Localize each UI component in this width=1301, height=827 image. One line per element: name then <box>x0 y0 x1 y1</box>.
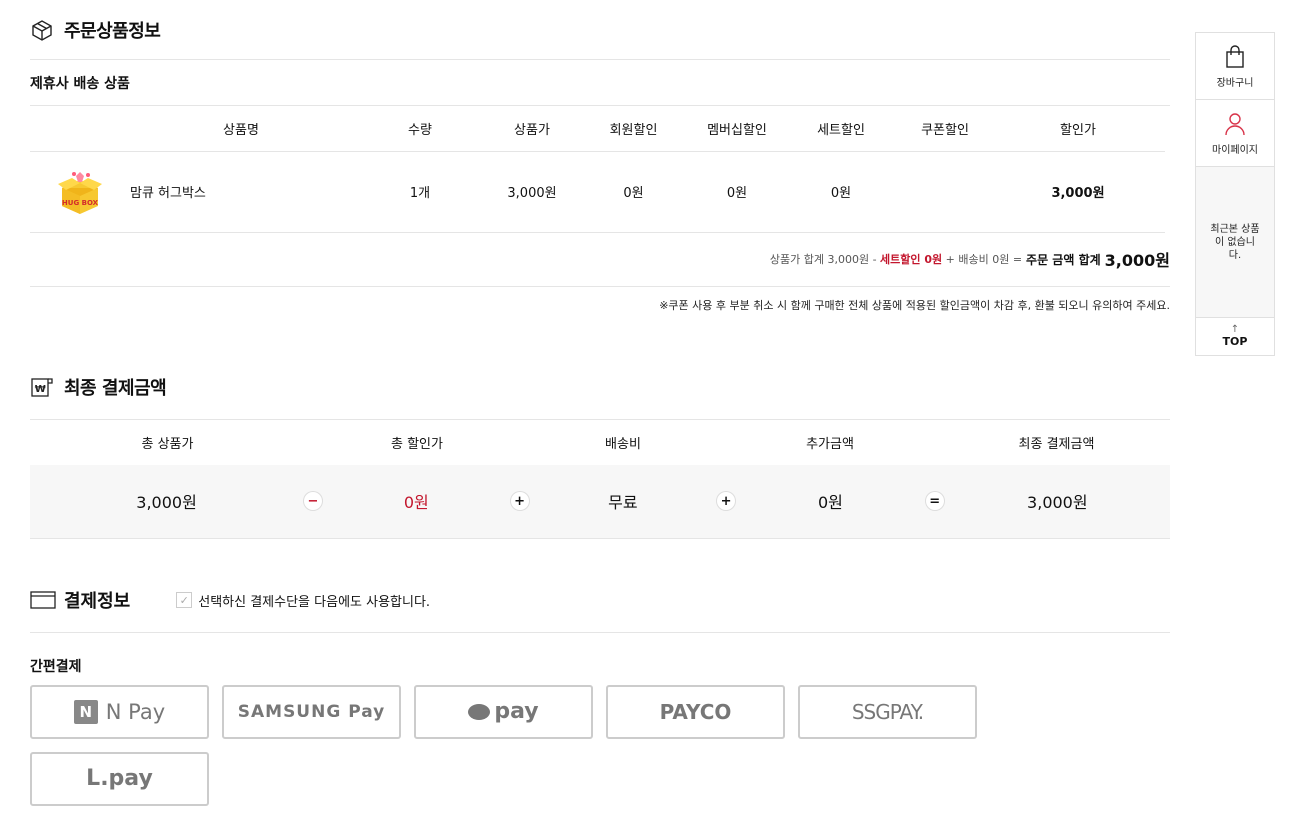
coupon-discount <box>899 151 991 233</box>
summary-total-value: 3,000원 <box>1104 251 1170 270</box>
equals-icon: = <box>924 491 945 511</box>
final-value-row: 3,000원 − 0원 + 무료 + 0원 = 3,000원 <box>30 464 1170 538</box>
final-amount: 3,000원 <box>1027 493 1088 512</box>
quick-cart-label: 장바구니 <box>1216 77 1254 89</box>
order-title-text: 주문상품정보 <box>64 20 161 42</box>
final-header-row: 총 상품가 총 할인가 배송비 추가금액 최종 결제금액 <box>30 420 1170 465</box>
product-name[interactable]: 맘큐 허그박스 <box>130 151 352 233</box>
final-amount-table: 총 상품가 총 할인가 배송비 추가금액 최종 결제금액 3,000원 − 0원… <box>30 418 1170 539</box>
scroll-top-button[interactable]: ↑ TOP <box>1196 318 1274 355</box>
col-set-discount: 세트할인 <box>783 106 899 152</box>
order-table-header: 상품명 수량 상품가 회원할인 멤버십할인 세트할인 쿠폰할인 할인가 <box>30 106 1165 152</box>
final-header-total-price: 총 상품가 <box>141 436 194 452</box>
final-header-final: 최종 결제금액 <box>1018 436 1095 452</box>
svg-text:HUG BOX: HUG BOX <box>62 199 99 207</box>
lpay-button[interactable]: L.pay <box>30 751 209 806</box>
box-icon <box>30 18 54 42</box>
checkmark-icon[interactable]: ✓ <box>176 592 193 608</box>
member-discount: 0원 <box>576 151 691 233</box>
final-shipping: 무료 <box>608 493 638 512</box>
final-header-total-discount: 총 할인가 <box>391 436 443 452</box>
col-price: 상품가 <box>488 106 576 152</box>
speech-bubble-icon <box>468 703 491 720</box>
summary-product-total: 상품가 합계 3,000원 - <box>769 253 877 266</box>
recent-products: 최근본 상품이 없습니다. <box>1196 167 1274 318</box>
membership-discount: 0원 <box>691 151 783 233</box>
col-qty: 수량 <box>352 106 488 152</box>
arrow-up-icon: ↑ <box>1230 324 1240 335</box>
order-summary: 상품가 합계 3,000원 - 세트할인 0원 + 배송비 0원 = 주문 금액… <box>30 233 1170 287</box>
naver-n-icon: N <box>73 699 98 724</box>
final-header-shipping: 배송비 <box>605 436 641 452</box>
payment-title-text: 결제정보 <box>64 591 131 612</box>
summary-set-discount: 세트할인 0원 <box>880 253 943 266</box>
won-receipt-icon: ₩ <box>30 375 54 399</box>
table-row: HUG BOX 맘큐 허그박스 1개 3,000원 0원 0원 0원 3,000… <box>30 151 1165 233</box>
plus-icon: + <box>716 491 737 511</box>
final-total-discount: 0원 <box>403 493 429 512</box>
col-member-discount: 회원할인 <box>576 106 691 152</box>
plus-icon: + <box>509 491 530 511</box>
sale-price: 3,000원 <box>991 151 1165 233</box>
final-title-text: 최종 결제금액 <box>64 377 167 399</box>
quick-mypage-label: 마이페이지 <box>1212 144 1258 156</box>
svg-text:₩: ₩ <box>35 384 46 395</box>
product-price: 3,000원 <box>488 151 576 233</box>
reuse-payment-label: 선택하신 결제수단을 다음에도 사용합니다. <box>198 594 431 610</box>
col-membership-discount: 멤버십할인 <box>691 106 783 152</box>
easy-pay-title: 간편결제 <box>30 658 82 675</box>
summary-shipping: + 배송비 0원 = <box>945 253 1023 266</box>
reuse-payment-checkbox[interactable]: ✓ 선택하신 결제수단을 다음에도 사용합니다. <box>176 591 430 610</box>
easy-pay-options: N N Pay SAMSUNG Pay pay PAYCO SSGPAY. L.… <box>30 684 990 806</box>
top-label: TOP <box>1222 335 1248 348</box>
quick-mypage[interactable]: 마이페이지 <box>1196 100 1274 167</box>
coupon-notice: ※쿠폰 사용 후 부분 취소 시 함께 구매한 전체 상품에 적용된 할인금액이… <box>659 298 1170 312</box>
product-qty: 1개 <box>352 151 488 233</box>
set-discount: 0원 <box>783 151 899 233</box>
group-title: 제휴사 배송 상품 <box>30 60 1170 106</box>
samsung-pay-button[interactable]: SAMSUNG Pay <box>222 684 401 739</box>
col-product-name: 상품명 <box>130 106 352 152</box>
card-icon <box>30 588 56 612</box>
user-icon <box>1224 111 1246 137</box>
col-sale-price: 할인가 <box>991 106 1165 152</box>
payco-button[interactable]: PAYCO <box>606 684 785 739</box>
shopping-bag-icon <box>1225 44 1245 70</box>
npay-button[interactable]: N N Pay <box>30 684 209 739</box>
order-main: 주문상품정보 제휴사 배송 상품 상품명 수량 상품가 회원할인 멤버십할인 세… <box>30 0 1170 806</box>
product-thumbnail[interactable]: HUG BOX <box>54 166 106 218</box>
ssgpay-button[interactable]: SSGPAY. <box>798 684 977 739</box>
kakao-pay-button[interactable]: pay <box>414 684 593 739</box>
quick-cart[interactable]: 장바구니 <box>1196 33 1274 100</box>
order-table: 상품명 수량 상품가 회원할인 멤버십할인 세트할인 쿠폰할인 할인가 HUG … <box>30 106 1165 233</box>
final-extra: 0원 <box>817 493 843 512</box>
order-section-title: 주문상품정보 <box>30 0 1170 60</box>
quick-menu: 장바구니 마이페이지 최근본 상품이 없습니다. ↑ TOP <box>1195 32 1275 356</box>
final-header-extra: 추가금액 <box>806 436 854 452</box>
col-coupon-discount: 쿠폰할인 <box>899 106 991 152</box>
summary-total-label: 주문 금액 합계 <box>1026 252 1101 267</box>
final-total-price: 3,000원 <box>136 493 197 512</box>
minus-icon: − <box>303 491 323 511</box>
payment-section-title: 결제정보 ✓ 선택하신 결제수단을 다음에도 사용합니다. <box>30 569 1170 633</box>
final-section-title: ₩ 최종 결제금액 <box>30 355 1170 419</box>
